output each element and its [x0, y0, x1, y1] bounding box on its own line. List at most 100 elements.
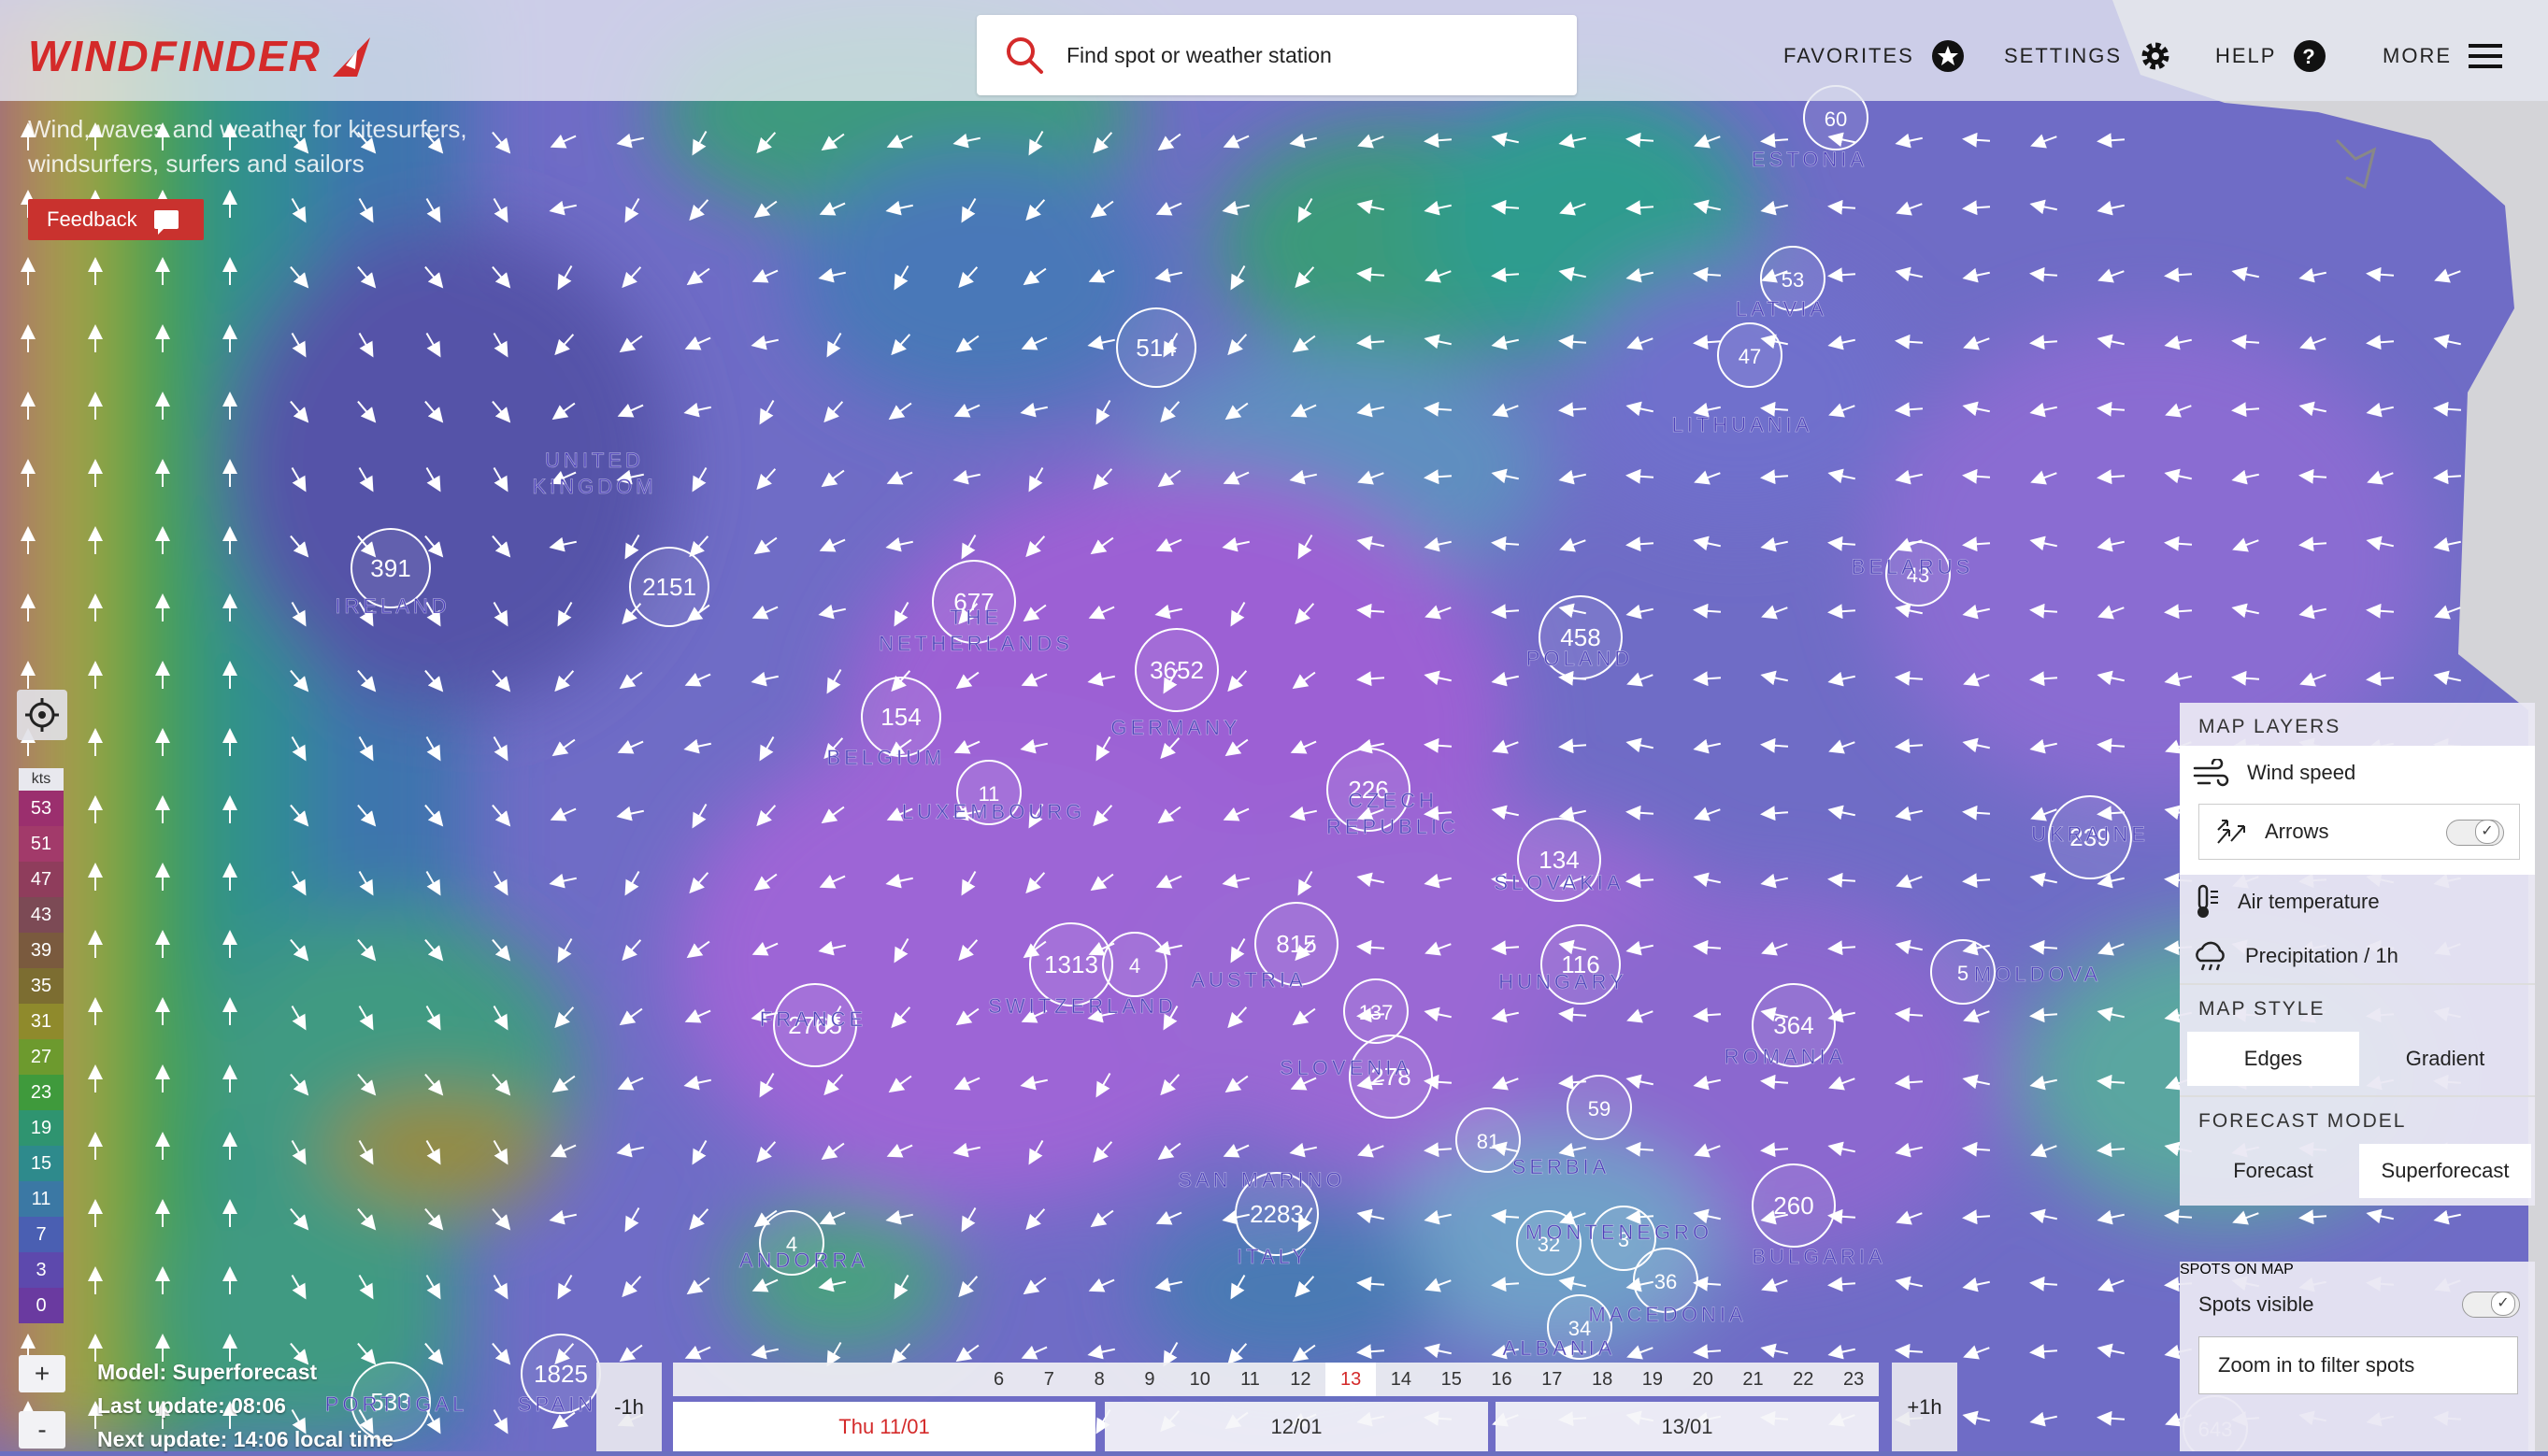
spot-cluster-count: 514: [1136, 334, 1176, 362]
forecast-model-selector: Forecast Superforecast: [2187, 1144, 2535, 1198]
spot-cluster-count: 815: [1276, 930, 1316, 958]
windfinder-logo[interactable]: WINDFINDER: [28, 28, 378, 84]
zoom-in-button[interactable]: +: [19, 1355, 65, 1392]
spot-cluster-count: 260: [1773, 1192, 1813, 1220]
model-superforecast[interactable]: Superforecast: [2359, 1144, 2531, 1198]
timeline-hour[interactable]: 12: [1275, 1363, 1325, 1396]
nav-help[interactable]: HELP ?: [2215, 26, 2326, 86]
svg-text:?: ?: [2303, 45, 2317, 68]
arrows-option[interactable]: Arrows: [2198, 804, 2520, 860]
timeline-day-2[interactable]: 12/01: [1105, 1402, 1488, 1451]
timeline-hour[interactable]: 19: [1627, 1363, 1678, 1396]
country-label: MONTENEGRO: [1525, 1220, 1712, 1244]
timeline-next-hour-button[interactable]: +1h: [1892, 1363, 1957, 1451]
country-label: LUXEMBOURG: [902, 800, 1085, 823]
spot-cluster[interactable]: 47: [1717, 322, 1782, 388]
spot-cluster-count: 59: [1588, 1097, 1610, 1121]
arrows-label: Arrows: [2265, 820, 2329, 843]
timeline-hour[interactable]: 11: [1225, 1363, 1276, 1396]
air-temperature-label: Air temperature: [2238, 890, 2380, 913]
zoom-out-button[interactable]: -: [19, 1411, 65, 1449]
spot-cluster[interactable]: 59: [1567, 1075, 1632, 1140]
country-label: MACEDONIA: [1588, 1303, 1746, 1326]
nav-favorites[interactable]: FAVORITES: [1783, 26, 1965, 86]
spot-cluster-count: 36: [1654, 1270, 1677, 1293]
wind-map[interactable]: 6053475143912151677365215411458432261342…: [0, 0, 2548, 1451]
timeline-hour[interactable]: 10: [1175, 1363, 1225, 1396]
map-style-gradient[interactable]: Gradient: [2359, 1032, 2531, 1086]
timeline-prev-hour-button[interactable]: -1h: [596, 1363, 662, 1451]
layer-precipitation[interactable]: Precipitation / 1h: [2180, 929, 2535, 983]
wind-speed-group: Wind speed Arrows: [2180, 746, 2535, 875]
timeline-hour[interactable]: 6: [974, 1363, 1024, 1396]
spot-cluster-count: 81: [1477, 1130, 1499, 1153]
spot-cluster[interactable]: 4: [1102, 932, 1167, 997]
timeline-hour[interactable]: 20: [1678, 1363, 1728, 1396]
spot-cluster[interactable]: 137: [1343, 978, 1409, 1044]
timeline-hour[interactable]: 21: [1728, 1363, 1779, 1396]
timeline-hour[interactable]: 17: [1526, 1363, 1577, 1396]
nav-more[interactable]: MORE: [2383, 26, 2502, 86]
country-label: MOLDOVA: [1974, 963, 2101, 986]
spot-cluster[interactable]: 260: [1752, 1163, 1836, 1248]
map-style-edges[interactable]: Edges: [2187, 1032, 2359, 1086]
timeline-hour[interactable]: 15: [1426, 1363, 1477, 1396]
timeline-hour[interactable]: 18: [1577, 1363, 1627, 1396]
model-info: Model: Superforecast Last update: 08:06 …: [97, 1355, 394, 1456]
country-label: ROMANIA: [1725, 1045, 1847, 1068]
timeline-hour[interactable]: 22: [1778, 1363, 1828, 1396]
legend-cell: 43: [19, 897, 64, 933]
search-icon: [1007, 37, 1043, 74]
spot-cluster-count: 2151: [642, 573, 696, 601]
timeline-day-1[interactable]: Thu 11/01: [673, 1402, 1095, 1451]
timeline-hour[interactable]: 16: [1477, 1363, 1527, 1396]
spot-cluster-count: 134: [1539, 846, 1579, 874]
timeline-hour[interactable]: 13: [1325, 1363, 1377, 1396]
spot-cluster[interactable]: 154: [861, 677, 941, 757]
country-label: BELGIUM: [826, 746, 945, 769]
spot-cluster[interactable]: 677: [932, 560, 1016, 644]
spot-cluster[interactable]: 81: [1455, 1107, 1521, 1173]
locate-me-button[interactable]: [17, 690, 67, 740]
spot-cluster[interactable]: 1313: [1029, 922, 1113, 1006]
feedback-button[interactable]: Feedback: [28, 199, 204, 240]
layer-wind-speed[interactable]: Wind speed: [2180, 746, 2535, 800]
spots-visible-toggle[interactable]: [2462, 1292, 2520, 1318]
rain-cloud-icon: [2196, 941, 2225, 971]
arrows-toggle[interactable]: [2446, 820, 2504, 846]
timeline-hour[interactable]: 8: [1074, 1363, 1124, 1396]
nav-more-label: MORE: [2383, 44, 2452, 67]
wind-speed-label: Wind speed: [2247, 761, 2356, 784]
model-name: Model: Superforecast: [97, 1360, 318, 1384]
star-icon: [1931, 40, 1964, 72]
model-forecast[interactable]: Forecast: [2187, 1144, 2359, 1198]
legend-cell: 0: [19, 1288, 64, 1323]
legend-cell: 19: [19, 1110, 64, 1146]
timeline-hour[interactable]: 14: [1376, 1363, 1426, 1396]
spot-cluster-count: 4: [1129, 954, 1140, 978]
search-box[interactable]: [977, 15, 1577, 95]
layer-air-temperature[interactable]: Air temperature: [2180, 875, 2535, 929]
country-label: HUNGARY: [1498, 970, 1627, 993]
zoom-filter-spots-button[interactable]: Zoom in to filter spots: [2198, 1336, 2518, 1394]
spot-cluster[interactable]: 3652: [1135, 628, 1219, 712]
timeline-hour[interactable]: 9: [1124, 1363, 1175, 1396]
spot-cluster-count: 53: [1782, 268, 1804, 292]
search-input[interactable]: [1065, 41, 1554, 69]
timeline-hour[interactable]: 7: [1023, 1363, 1074, 1396]
timeline-hour[interactable]: 23: [1828, 1363, 1879, 1396]
spots-visible-row[interactable]: Spots visible: [2180, 1278, 2535, 1331]
spot-cluster[interactable]: 514: [1116, 307, 1196, 388]
country-label: ALBANIA: [1503, 1336, 1616, 1360]
nav-help-label: HELP: [2215, 44, 2277, 67]
legend-cell: 47: [19, 862, 64, 897]
spot-cluster-count: 154: [880, 703, 921, 731]
timeline-day-3[interactable]: 13/01: [1496, 1402, 1879, 1451]
country-label: SERBIA: [1512, 1155, 1610, 1178]
crosshair-icon: [25, 698, 59, 732]
legend-cell: 31: [19, 1004, 64, 1039]
spots-visible-label: Spots visible: [2198, 1292, 2314, 1316]
spot-cluster[interactable]: 2151: [629, 547, 709, 627]
country-label: UKRAINE: [2031, 822, 2149, 846]
nav-settings[interactable]: SETTINGS: [2004, 26, 2172, 86]
